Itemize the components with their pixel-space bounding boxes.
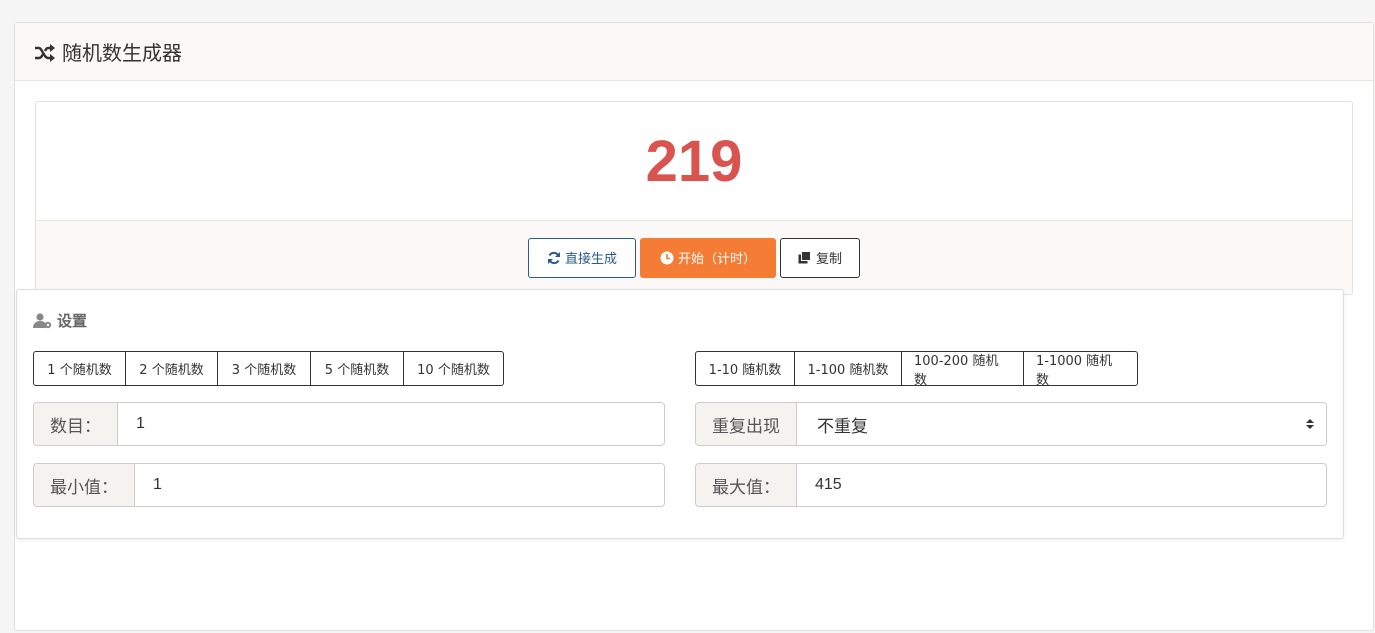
settings-panel: 设置 1 个随机数 2 个随机数 3 个随机数 5 个随机数 10 个随机数 1… [16, 289, 1344, 539]
count-label: 数目： [34, 403, 118, 445]
count-preset-1[interactable]: 1 个随机数 [33, 351, 126, 386]
direct-generate-button[interactable]: 直接生成 [528, 237, 636, 278]
count-preset-2[interactable]: 2 个随机数 [126, 351, 218, 386]
range-preset-1-1000[interactable]: 1-1000 随机数 [1024, 351, 1138, 388]
range-preset-group: 1-10 随机数 1-100 随机数 100-200 随机数 1-1000 随机… [695, 351, 1138, 388]
refresh-icon [547, 251, 560, 264]
select-arrows-icon [1306, 419, 1314, 429]
range-preset-1-100[interactable]: 1-100 随机数 [795, 351, 902, 386]
range-preset-1-10[interactable]: 1-10 随机数 [695, 351, 795, 386]
max-input[interactable] [797, 464, 1326, 506]
count-preset-3[interactable]: 3 个随机数 [218, 351, 311, 386]
start-timer-button[interactable]: 开始（计时） [640, 237, 776, 278]
min-label: 最小值： [34, 464, 135, 506]
count-input-group: 数目： [33, 402, 665, 446]
repeat-select-value: 不重复 [817, 416, 868, 437]
copy-icon [798, 250, 811, 263]
max-input-group: 最大值： [695, 463, 1327, 507]
range-preset-100-200[interactable]: 100-200 随机数 [902, 351, 1024, 388]
page-title: 随机数生成器 [62, 41, 182, 65]
user-gear-icon [33, 312, 52, 328]
max-label: 最大值： [696, 464, 797, 506]
count-preset-5[interactable]: 5 个随机数 [311, 351, 404, 386]
start-timer-label: 开始（计时） [677, 252, 756, 267]
result-box: 219 直接生成 开始（计时） 复制 [35, 101, 1353, 295]
repeat-select-group: 重复出现 不重复 [695, 402, 1327, 446]
repeat-label: 重复出现 [696, 403, 797, 445]
count-preset-group: 1 个随机数 2 个随机数 3 个随机数 5 个随机数 10 个随机数 [33, 351, 504, 386]
shuffle-icon [34, 43, 56, 62]
direct-generate-label: 直接生成 [564, 252, 617, 267]
result-value: 219 [645, 129, 743, 194]
count-input[interactable] [118, 403, 664, 445]
count-preset-10[interactable]: 10 个随机数 [404, 351, 504, 386]
copy-button[interactable]: 复制 [780, 237, 860, 278]
min-input-group: 最小值： [33, 463, 665, 507]
panel-header: 随机数生成器 [15, 23, 1373, 81]
copy-label: 复制 [815, 252, 842, 267]
clock-icon [660, 251, 674, 264]
settings-title-label: 设置 [57, 312, 88, 330]
settings-title: 设置 [33, 310, 87, 331]
action-bar: 直接生成 开始（计时） 复制 [36, 220, 1352, 294]
min-input[interactable] [135, 464, 664, 506]
repeat-select[interactable]: 不重复 [797, 403, 1326, 445]
